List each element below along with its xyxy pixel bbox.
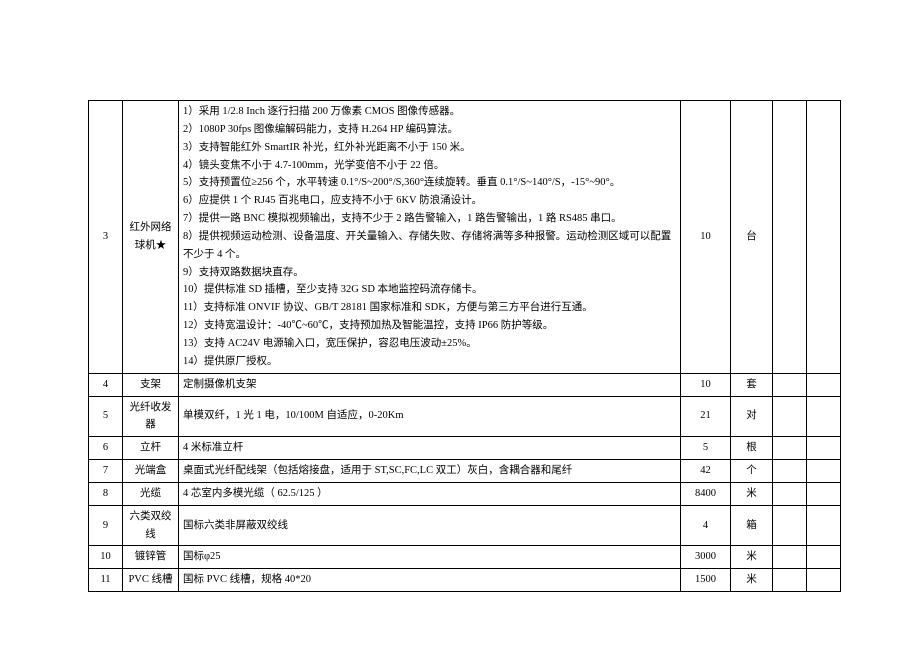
row-extra bbox=[773, 460, 807, 483]
row-qty: 4 bbox=[681, 505, 731, 546]
spec-line: 3）支持智能红外 SmartIR 补光，红外补光距离不小于 150 米。 bbox=[183, 139, 676, 157]
table-row: 7光端盒桌面式光纤配线架（包括熔接盘，适用于 ST,SC,FC,LC 双工）灰白… bbox=[89, 460, 841, 483]
row-qty: 8400 bbox=[681, 482, 731, 505]
row-unit: 台 bbox=[731, 101, 773, 374]
row-spec: 4 米标准立杆 bbox=[179, 437, 681, 460]
row-qty: 10 bbox=[681, 373, 731, 396]
row-name: 支架 bbox=[123, 373, 179, 396]
spec-line: 2）1080P 30fps 图像编解码能力，支持 H.264 HP 编码算法。 bbox=[183, 121, 676, 139]
spec-line: 9）支持双路数据块直存。 bbox=[183, 264, 676, 282]
spec-line: 14）提供原厂授权。 bbox=[183, 353, 676, 371]
row-index: 10 bbox=[89, 546, 123, 569]
row-extra bbox=[773, 569, 807, 592]
row-index: 8 bbox=[89, 482, 123, 505]
row-unit: 套 bbox=[731, 373, 773, 396]
row-extra bbox=[807, 505, 841, 546]
row-qty: 3000 bbox=[681, 546, 731, 569]
row-extra bbox=[807, 101, 841, 374]
row-name: PVC 线槽 bbox=[123, 569, 179, 592]
row-unit: 米 bbox=[731, 569, 773, 592]
row-index: 6 bbox=[89, 437, 123, 460]
row-name: 镀锌管 bbox=[123, 546, 179, 569]
table-row: 10镀锌管国标φ253000米 bbox=[89, 546, 841, 569]
row-qty: 1500 bbox=[681, 569, 731, 592]
row-extra bbox=[773, 437, 807, 460]
table-row: 4支架定制摄像机支架10套 bbox=[89, 373, 841, 396]
row-index: 7 bbox=[89, 460, 123, 483]
spec-line: 1）采用 1/2.8 Inch 逐行扫描 200 万像素 CMOS 图像传感器。 bbox=[183, 103, 676, 121]
spec-line: 6）应提供 1 个 RJ45 百兆电口，应支持不小于 6KV 防浪涌设计。 bbox=[183, 192, 676, 210]
row-unit: 米 bbox=[731, 546, 773, 569]
row-extra bbox=[773, 546, 807, 569]
row-extra bbox=[807, 396, 841, 437]
row-name: 立杆 bbox=[123, 437, 179, 460]
row-extra bbox=[773, 482, 807, 505]
row-extra bbox=[807, 546, 841, 569]
spec-line: 8）提供视频运动检测、设备温度、开关量输入、存储失败、存储将满等多种报警。运动检… bbox=[183, 228, 676, 264]
table-row: 9六类双绞线国标六类非屏蔽双绞线4箱 bbox=[89, 505, 841, 546]
row-extra bbox=[773, 101, 807, 374]
table-row: 11PVC 线槽国标 PVC 线槽，规格 40*201500米 bbox=[89, 569, 841, 592]
row-index: 4 bbox=[89, 373, 123, 396]
spec-table: 3红外网络球机★1）采用 1/2.8 Inch 逐行扫描 200 万像素 CMO… bbox=[88, 100, 841, 592]
row-extra bbox=[773, 373, 807, 396]
row-unit: 米 bbox=[731, 482, 773, 505]
row-name: 光缆 bbox=[123, 482, 179, 505]
row-spec: 国标六类非屏蔽双绞线 bbox=[179, 505, 681, 546]
table-row: 3红外网络球机★1）采用 1/2.8 Inch 逐行扫描 200 万像素 CMO… bbox=[89, 101, 841, 374]
row-spec: 4 芯室内多模光缆（ 62.5/125 ） bbox=[179, 482, 681, 505]
row-extra bbox=[773, 396, 807, 437]
row-qty: 5 bbox=[681, 437, 731, 460]
row-unit: 对 bbox=[731, 396, 773, 437]
spec-line: 4）镜头变焦不小于 4.7-100mm，光学变倍不小于 22 倍。 bbox=[183, 157, 676, 175]
row-extra bbox=[807, 373, 841, 396]
row-index: 11 bbox=[89, 569, 123, 592]
row-name: 六类双绞线 bbox=[123, 505, 179, 546]
row-name: 光端盒 bbox=[123, 460, 179, 483]
row-qty: 42 bbox=[681, 460, 731, 483]
row-spec: 定制摄像机支架 bbox=[179, 373, 681, 396]
row-spec: 1）采用 1/2.8 Inch 逐行扫描 200 万像素 CMOS 图像传感器。… bbox=[179, 101, 681, 374]
row-index: 3 bbox=[89, 101, 123, 374]
row-name: 光纤收发器 bbox=[123, 396, 179, 437]
row-extra bbox=[807, 482, 841, 505]
row-unit: 根 bbox=[731, 437, 773, 460]
row-qty: 21 bbox=[681, 396, 731, 437]
row-unit: 箱 bbox=[731, 505, 773, 546]
table-row: 8光缆4 芯室内多模光缆（ 62.5/125 ）8400米 bbox=[89, 482, 841, 505]
row-unit: 个 bbox=[731, 460, 773, 483]
spec-line: 10）提供标准 SD 插槽，至少支持 32G SD 本地监控码流存储卡。 bbox=[183, 281, 676, 299]
spec-line: 13）支持 AC24V 电源输入口，宽压保护，容忍电压波动±25%。 bbox=[183, 335, 676, 353]
spec-line: 7）提供一路 BNC 模拟视频输出，支持不少于 2 路告警输入，1 路告警输出，… bbox=[183, 210, 676, 228]
row-extra bbox=[773, 505, 807, 546]
row-spec: 桌面式光纤配线架（包括熔接盘，适用于 ST,SC,FC,LC 双工）灰白，含耦合… bbox=[179, 460, 681, 483]
table-row: 6立杆4 米标准立杆5根 bbox=[89, 437, 841, 460]
row-index: 5 bbox=[89, 396, 123, 437]
row-extra bbox=[807, 437, 841, 460]
table-row: 5光纤收发器单模双纤，1 光 1 电，10/100M 自适应，0-20Km21对 bbox=[89, 396, 841, 437]
row-extra bbox=[807, 460, 841, 483]
row-index: 9 bbox=[89, 505, 123, 546]
row-extra bbox=[807, 569, 841, 592]
row-spec: 国标 PVC 线槽，规格 40*20 bbox=[179, 569, 681, 592]
row-spec: 国标φ25 bbox=[179, 546, 681, 569]
row-spec: 单模双纤，1 光 1 电，10/100M 自适应，0-20Km bbox=[179, 396, 681, 437]
row-qty: 10 bbox=[681, 101, 731, 374]
row-name: 红外网络球机★ bbox=[123, 101, 179, 374]
spec-line: 11）支持标准 ONVIF 协议、GB/T 28181 国家标准和 SDK，方便… bbox=[183, 299, 676, 317]
spec-line: 12）支持宽温设计：-40℃~60℃，支持预加热及智能温控，支持 IP66 防护… bbox=[183, 317, 676, 335]
spec-line: 5）支持预置位≥256 个，水平转速 0.1°/S~200°/S,360°连续旋… bbox=[183, 174, 676, 192]
